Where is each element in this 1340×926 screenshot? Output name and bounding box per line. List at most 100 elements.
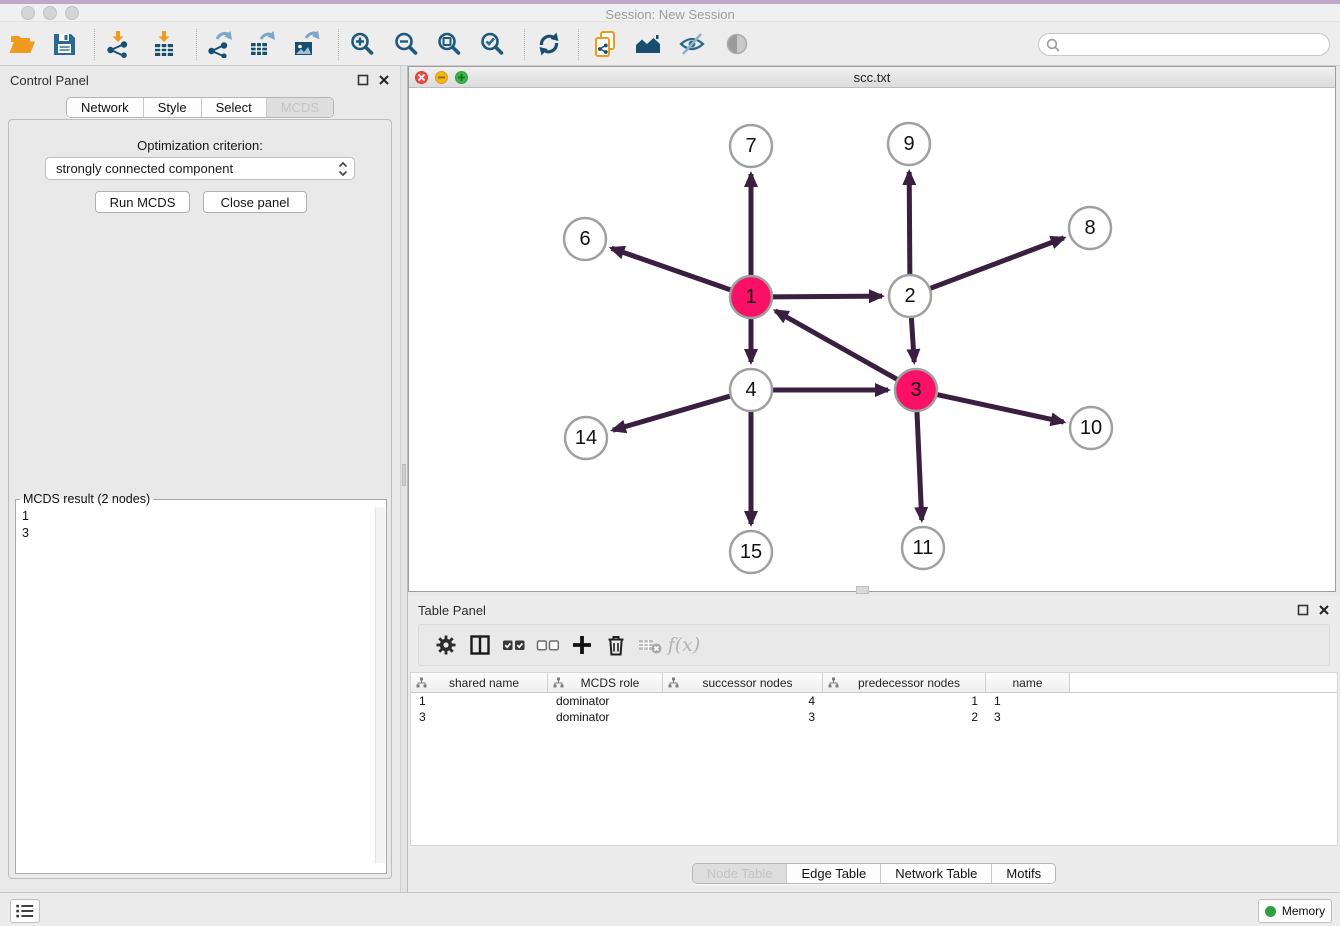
mcds-result-textarea[interactable]: 1 3	[16, 506, 386, 864]
edge-2-9[interactable]	[909, 172, 910, 277]
column-header-predecessor-nodes[interactable]: predecessor nodes	[823, 673, 986, 692]
list-icon	[15, 902, 35, 920]
main-toolbar	[0, 22, 1340, 66]
tab-style[interactable]: Style	[143, 98, 201, 117]
search-input[interactable]	[1060, 36, 1329, 54]
cell-name: 3	[986, 709, 1070, 725]
search-box[interactable]	[1038, 33, 1330, 56]
select-all-columns-icon[interactable]	[497, 631, 531, 659]
show-column-icon[interactable]	[463, 631, 497, 659]
graph-node-label-15: 15	[740, 541, 762, 563]
horizontal-split-handle[interactable]	[856, 586, 869, 594]
graph-node-label-14: 14	[575, 427, 597, 449]
float-panel-icon[interactable]	[357, 74, 369, 86]
clone-network-icon[interactable]	[591, 30, 619, 58]
delete-column-icon[interactable]	[599, 631, 633, 659]
memory-button[interactable]: Memory	[1258, 899, 1332, 923]
tab-mcds[interactable]: MCDS	[266, 98, 333, 117]
graph-node-label-6: 6	[579, 228, 590, 250]
hide-overview-icon[interactable]	[678, 30, 706, 58]
dropdown-chevrons-icon	[338, 161, 348, 177]
close-panel-button[interactable]: Close panel	[203, 191, 307, 213]
network-view-title: scc.txt	[409, 70, 1335, 85]
show-panels-menu-button[interactable]	[10, 899, 40, 923]
control-panel: Control Panel NetworkStyleSelectMCDS Opt…	[0, 66, 400, 892]
table-row[interactable]: 3dominator323	[411, 709, 1337, 725]
table-body: 1dominator4113dominator323	[411, 693, 1337, 725]
table-settings-icon[interactable]	[429, 631, 463, 659]
export-network-icon[interactable]	[205, 30, 233, 58]
split-handle[interactable]	[402, 464, 406, 486]
column-header-MCDS-role[interactable]: MCDS role	[548, 673, 663, 692]
cell-shared-name: 1	[411, 693, 548, 709]
table-row[interactable]: 1dominator411	[411, 693, 1337, 709]
vertical-split-divider[interactable]	[400, 66, 408, 892]
control-panel-title: Control Panel	[10, 73, 89, 88]
graphics-details-icon[interactable]	[723, 30, 751, 58]
network-canvas[interactable]: 7968124314101511	[409, 88, 1335, 591]
edge-1-2[interactable]	[770, 296, 882, 297]
tab-motifs[interactable]: Motifs	[991, 864, 1055, 883]
graph-node-label-4: 4	[745, 379, 756, 401]
export-table-icon[interactable]	[248, 30, 276, 58]
edge-3-11[interactable]	[917, 409, 922, 520]
unselect-all-columns-icon[interactable]	[531, 631, 565, 659]
import-table-icon[interactable]	[150, 30, 178, 58]
open-session-icon[interactable]	[8, 30, 36, 58]
run-mcds-button[interactable]: Run MCDS	[95, 191, 190, 213]
control-panel-header: Control Panel	[0, 66, 400, 94]
graph-node-label-10: 10	[1080, 417, 1102, 439]
create-column-icon[interactable]	[565, 631, 599, 659]
fx-label: f(x)	[668, 634, 701, 656]
save-session-icon[interactable]	[50, 30, 78, 58]
cell-predecessor-nodes: 1	[823, 693, 986, 709]
criterion-dropdown-value: strongly connected component	[56, 161, 338, 176]
tab-network-table[interactable]: Network Table	[880, 864, 991, 883]
zoom-selected-icon[interactable]	[478, 30, 506, 58]
criterion-dropdown[interactable]: strongly connected component	[45, 157, 355, 180]
edge-2-8[interactable]	[928, 238, 1064, 289]
graph-node-label-11: 11	[913, 537, 934, 559]
zoom-in-icon[interactable]	[348, 30, 376, 58]
zoom-out-icon[interactable]	[392, 30, 420, 58]
import-network-icon[interactable]	[104, 30, 132, 58]
edge-3-10[interactable]	[935, 394, 1064, 422]
toolbar-separator	[338, 29, 339, 60]
table-tabs: Node TableEdge TableNetwork TableMotifs	[692, 863, 1056, 884]
cell-name: 1	[986, 693, 1070, 709]
control-panel-tabs: NetworkStyleSelectMCDS	[66, 97, 334, 118]
toolbar-separator	[524, 29, 525, 60]
mcds-result-scrollbar[interactable]	[375, 507, 385, 863]
cell-predecessor-nodes: 2	[823, 709, 986, 725]
search-icon	[1046, 38, 1060, 52]
graph-node-label-9: 9	[903, 133, 914, 155]
tab-edge-table[interactable]: Edge Table	[786, 864, 880, 883]
column-header-name[interactable]: name	[986, 673, 1070, 692]
delete-table-icon[interactable]	[633, 631, 667, 659]
close-table-panel-icon[interactable]	[1318, 604, 1330, 616]
edge-1-6[interactable]	[611, 248, 733, 290]
home-icon[interactable]	[634, 30, 662, 58]
export-image-icon[interactable]	[292, 30, 320, 58]
cell-MCDS-role: dominator	[548, 709, 663, 725]
app-titlebar: Session: New Session	[0, 4, 1340, 22]
function-builder-icon[interactable]: f(x)	[667, 631, 701, 659]
table-panel: Table Panel f(x) shared nameMCDS r	[408, 596, 1340, 892]
network-view-window: scc.txt 7968124314101511	[408, 66, 1336, 592]
apply-layout-icon[interactable]	[535, 30, 563, 58]
tab-node-table[interactable]: Node Table	[693, 864, 787, 883]
cell-shared-name: 3	[411, 709, 548, 725]
edge-2-3[interactable]	[911, 315, 914, 362]
close-panel-icon[interactable]	[378, 74, 390, 86]
graph-node-label-7: 7	[745, 135, 756, 157]
column-header-successor-nodes[interactable]: successor nodes	[663, 673, 823, 692]
float-table-panel-icon[interactable]	[1297, 604, 1309, 616]
edge-3-1[interactable]	[775, 311, 899, 381]
tab-select[interactable]: Select	[201, 98, 266, 117]
tab-network[interactable]: Network	[67, 98, 143, 117]
edge-4-14[interactable]	[613, 395, 733, 430]
column-header-shared-name[interactable]: shared name	[411, 673, 548, 692]
graph-node-label-2: 2	[904, 285, 915, 307]
network-graph[interactable]: 7968124314101511	[409, 88, 1335, 591]
zoom-fit-icon[interactable]	[435, 30, 463, 58]
